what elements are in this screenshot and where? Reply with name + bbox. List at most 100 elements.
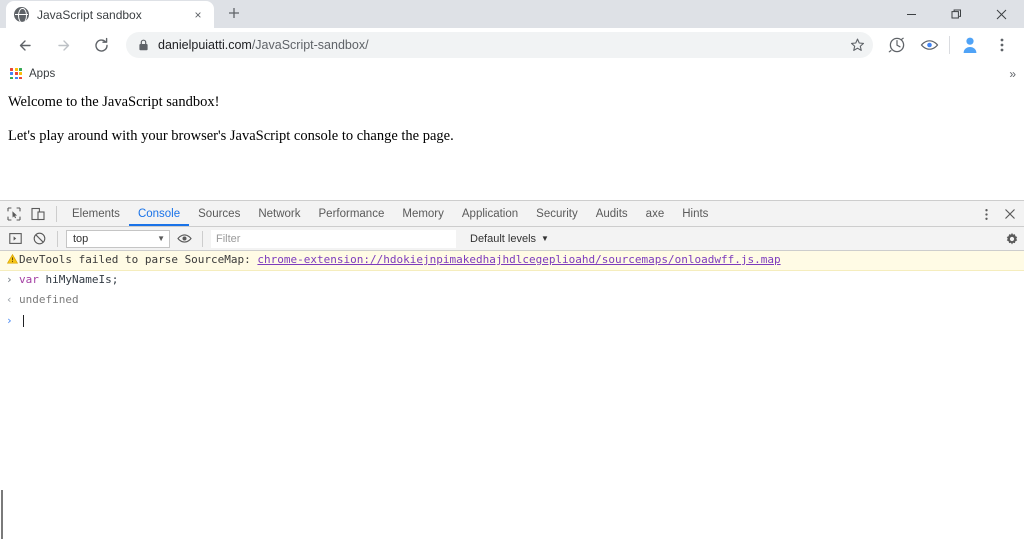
devtools-more-button[interactable] bbox=[974, 202, 998, 226]
toolbar-divider bbox=[949, 36, 950, 54]
bookmark-star-icon[interactable] bbox=[850, 38, 865, 53]
bookmark-label: Apps bbox=[29, 67, 56, 80]
tab-strip: JavaScript sandbox × bbox=[0, 0, 1024, 28]
gear-glyph bbox=[1006, 232, 1018, 245]
prompt-marker: › bbox=[6, 313, 13, 327]
settings-gear-icon[interactable] bbox=[1005, 227, 1019, 251]
input-marker: › bbox=[6, 272, 13, 286]
tab-memory[interactable]: Memory bbox=[393, 201, 453, 226]
tab-label: Performance bbox=[318, 207, 385, 220]
three-dot-menu-icon bbox=[984, 208, 988, 220]
tab-label: Sources bbox=[198, 207, 241, 220]
back-button[interactable] bbox=[11, 31, 39, 59]
warning-triangle-icon bbox=[6, 254, 19, 264]
globe-favicon bbox=[14, 7, 29, 22]
tab-label: Memory bbox=[402, 207, 444, 220]
tab-elements[interactable]: Elements bbox=[63, 201, 129, 226]
avatar-glyph bbox=[963, 37, 977, 53]
tab-label: Console bbox=[137, 207, 181, 220]
console-result-text: undefined bbox=[19, 292, 79, 306]
warning-glyph bbox=[7, 254, 18, 264]
new-tab-button[interactable] bbox=[220, 0, 248, 27]
filterbar-divider bbox=[57, 230, 58, 247]
close-icon[interactable]: × bbox=[190, 7, 206, 23]
lock-icon bbox=[138, 39, 149, 51]
page-body-line: Let's play around with your browser's Ja… bbox=[8, 127, 454, 144]
restore-icon bbox=[951, 9, 961, 18]
devtools-close-button[interactable] bbox=[998, 202, 1022, 226]
clear-console-icon[interactable] bbox=[27, 227, 51, 251]
close-icon bbox=[1005, 209, 1015, 219]
filter-placeholder: Filter bbox=[216, 232, 241, 245]
live-expression-eye-icon[interactable] bbox=[172, 227, 196, 251]
sourcemap-link[interactable]: chrome-extension://hdokiejnpimakedhajhdl… bbox=[257, 253, 780, 266]
console-output[interactable]: DevTools failed to parse SourceMap: chro… bbox=[0, 251, 1024, 539]
page-content: Welcome to the JavaScript sandbox! Let's… bbox=[0, 79, 1024, 199]
reload-button[interactable] bbox=[87, 31, 115, 59]
console-input-text: var hiMyNameIs; bbox=[19, 273, 118, 288]
plus-icon bbox=[229, 8, 239, 18]
output-marker: ‹ bbox=[6, 292, 13, 306]
forward-button[interactable] bbox=[49, 31, 77, 59]
tab-label: Elements bbox=[72, 207, 120, 220]
devtools-tabbar: Elements Console Sources Network Perform… bbox=[0, 201, 1024, 227]
tab-network[interactable]: Network bbox=[249, 201, 309, 226]
maximize-button[interactable] bbox=[934, 0, 979, 28]
tab-security[interactable]: Security bbox=[527, 201, 587, 226]
tab-title: JavaScript sandbox bbox=[37, 7, 142, 22]
warning-message: DevTools failed to parse SourceMap: bbox=[19, 253, 258, 266]
console-input-row: › var hiMyNameIs; bbox=[0, 271, 1024, 291]
inspect-glyph bbox=[7, 206, 21, 221]
sidebar-glyph bbox=[8, 233, 22, 244]
js-identifier: hiMyNameIs; bbox=[38, 272, 119, 286]
execution-context-select[interactable]: top ▼ bbox=[66, 229, 170, 248]
console-filter-input[interactable]: Filter bbox=[211, 229, 456, 248]
tab-label: Application bbox=[461, 207, 519, 220]
close-icon bbox=[996, 9, 1007, 19]
tab-application[interactable]: Application bbox=[453, 201, 527, 226]
browser-toolbar: danielpuiatti.com/JavaScript-sandbox/ bbox=[0, 28, 1024, 62]
log-levels-dropdown[interactable]: Default levels ▼ bbox=[470, 233, 549, 245]
browser-window: JavaScript sandbox × danielpuiatti.com/J… bbox=[0, 0, 1024, 539]
tab-axe[interactable]: axe bbox=[637, 201, 674, 226]
filterbar-divider-2 bbox=[202, 230, 203, 247]
window-resize-edge[interactable] bbox=[1, 490, 3, 539]
profile-avatar[interactable] bbox=[959, 34, 981, 56]
tab-label: Hints bbox=[682, 207, 709, 220]
close-window-button[interactable] bbox=[979, 0, 1024, 28]
console-prompt[interactable]: › bbox=[0, 311, 1024, 331]
inspect-element-icon[interactable] bbox=[2, 202, 26, 226]
devtools-tabbar-actions bbox=[974, 201, 1022, 227]
tab-sources[interactable]: Sources bbox=[189, 201, 249, 226]
console-sidebar-icon[interactable] bbox=[3, 227, 27, 251]
text-cursor bbox=[23, 314, 24, 327]
eye-icon[interactable] bbox=[916, 32, 942, 58]
three-dot-menu-icon bbox=[1000, 38, 1004, 52]
devtools-panel: Elements Console Sources Network Perform… bbox=[0, 200, 1024, 539]
arrow-right-icon bbox=[57, 39, 69, 51]
address-bar[interactable]: danielpuiatti.com/JavaScript-sandbox/ bbox=[126, 32, 873, 58]
device-toolbar-icon[interactable] bbox=[26, 202, 50, 226]
js-keyword: var bbox=[19, 272, 39, 286]
tab-console[interactable]: Console bbox=[129, 201, 189, 226]
page-heading-line: Welcome to the JavaScript sandbox! bbox=[8, 94, 220, 110]
url-host: danielpuiatti.com bbox=[158, 38, 252, 52]
tab-hints[interactable]: Hints bbox=[673, 201, 717, 226]
browser-menu-button[interactable] bbox=[989, 32, 1015, 58]
tab-audits[interactable]: Audits bbox=[587, 201, 637, 226]
bookmark-item-apps[interactable]: Apps bbox=[10, 67, 56, 80]
minimize-icon bbox=[907, 13, 916, 15]
levels-label: Default levels bbox=[470, 232, 537, 245]
browser-tab[interactable]: JavaScript sandbox × bbox=[6, 1, 214, 28]
device-glyph bbox=[31, 207, 45, 220]
extension-circle-icon[interactable] bbox=[884, 32, 910, 58]
star-glyph bbox=[850, 38, 865, 51]
window-controls bbox=[889, 0, 1024, 28]
url-text: danielpuiatti.com/JavaScript-sandbox/ bbox=[158, 38, 369, 52]
apps-grid-icon bbox=[10, 67, 22, 80]
tab-performance[interactable]: Performance bbox=[310, 201, 394, 226]
context-value: top bbox=[73, 232, 89, 245]
minimize-button[interactable] bbox=[889, 0, 934, 28]
eye-glyph bbox=[176, 234, 192, 243]
warning-text: DevTools failed to parse SourceMap: chro… bbox=[19, 253, 781, 268]
